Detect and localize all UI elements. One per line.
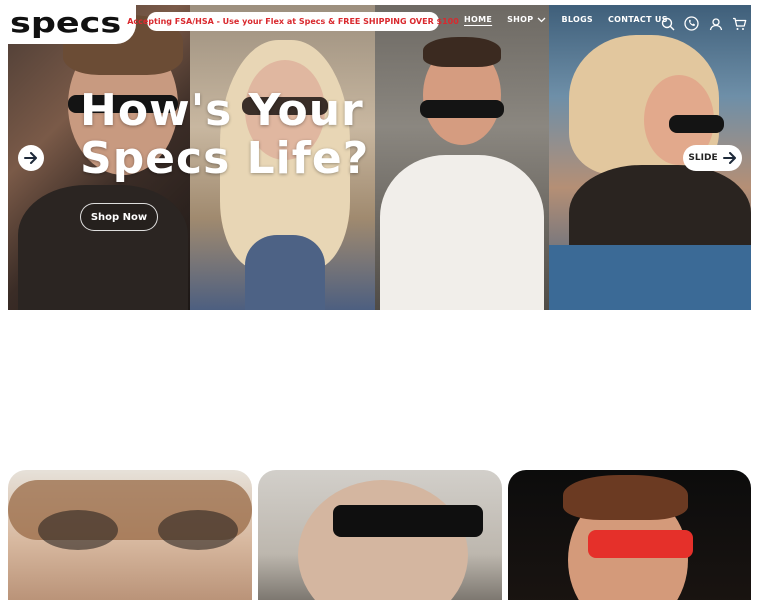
eye bbox=[158, 510, 238, 550]
cart-icon[interactable] bbox=[732, 16, 747, 31]
sunglasses bbox=[333, 505, 483, 537]
person-overalls bbox=[245, 235, 325, 310]
logo[interactable]: specs bbox=[10, 6, 121, 39]
nav-shop-label: SHOP bbox=[507, 15, 534, 24]
product-card-1[interactable] bbox=[8, 470, 252, 600]
nav-blogs[interactable]: BLOGS bbox=[561, 15, 593, 24]
main-nav: HOME SHOP BLOGS CONTACT US bbox=[464, 15, 668, 24]
logo-container: specs bbox=[0, 0, 136, 44]
hero-photo-3 bbox=[375, 5, 549, 310]
shop-now-button[interactable]: Shop Now bbox=[80, 203, 158, 231]
red-sunglasses bbox=[588, 530, 693, 558]
eye bbox=[38, 510, 118, 550]
product-card-2[interactable] bbox=[258, 470, 502, 600]
sunglasses bbox=[420, 100, 504, 118]
search-icon[interactable] bbox=[660, 16, 675, 31]
chevron-down-icon bbox=[537, 17, 546, 22]
header-icons bbox=[660, 16, 747, 31]
arrow-right-icon bbox=[722, 152, 736, 164]
arrow-right-icon bbox=[24, 152, 37, 164]
next-slide-button[interactable]: SLIDE bbox=[683, 145, 742, 171]
page: How's Your Specs Life? Shop Now SLIDE sp… bbox=[0, 0, 760, 600]
sunglasses bbox=[669, 115, 724, 133]
nav-shop[interactable]: SHOP bbox=[507, 15, 546, 24]
account-icon[interactable] bbox=[708, 16, 723, 31]
nav-home[interactable]: HOME bbox=[464, 15, 492, 24]
person-face bbox=[298, 480, 468, 600]
phone-icon[interactable] bbox=[684, 16, 699, 31]
nav-contact[interactable]: CONTACT US bbox=[608, 15, 668, 24]
person-tshirt bbox=[380, 155, 544, 310]
child-hair bbox=[563, 475, 688, 520]
hero-title: How's Your Specs Life? bbox=[80, 85, 370, 184]
person-hair bbox=[423, 37, 501, 67]
previous-slide-button[interactable] bbox=[18, 145, 44, 171]
product-card-3[interactable] bbox=[508, 470, 751, 600]
car-door bbox=[549, 245, 751, 310]
promo-banner[interactable]: Accepting FSA/HSA - Use your Flex at Spe… bbox=[127, 12, 459, 31]
hero-banner: How's Your Specs Life? Shop Now SLIDE bbox=[8, 5, 751, 310]
slide-label: SLIDE bbox=[688, 153, 718, 163]
